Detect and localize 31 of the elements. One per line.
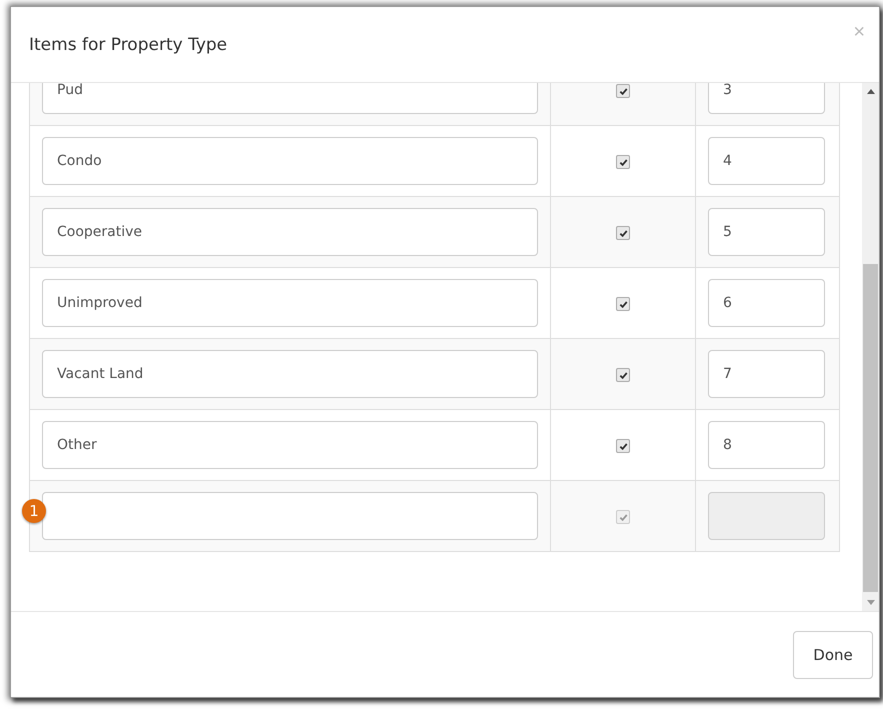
name-input-field[interactable]: Unimproved [42, 279, 538, 327]
dialog-title: Items for Property Type [29, 34, 228, 54]
check-icon [618, 86, 628, 96]
name-input-field[interactable]: Other [42, 421, 538, 469]
check-icon [618, 300, 628, 308]
checkbox[interactable] [616, 368, 630, 382]
order-input-field[interactable]: 5 [708, 208, 825, 256]
check-icon [618, 512, 628, 522]
checkbox[interactable] [616, 155, 630, 169]
done-button[interactable]: Done [793, 630, 873, 678]
name-input-field[interactable]: Vacant Land [42, 350, 538, 398]
checkbox[interactable] [616, 84, 630, 98]
name-input-field[interactable]: Condo [42, 137, 538, 185]
name-input-field[interactable]: Pud [42, 83, 538, 114]
scroll-up-icon[interactable] [866, 89, 874, 94]
order-input-field[interactable]: 8 [708, 421, 825, 469]
checkbox[interactable] [616, 439, 630, 453]
order-input-field[interactable]: 4 [708, 137, 825, 185]
check-icon [618, 158, 628, 166]
scrollbar[interactable] [862, 83, 879, 611]
check-icon [618, 228, 628, 238]
name-input-field[interactable] [42, 492, 538, 540]
order-input-field[interactable]: 3 [708, 83, 825, 114]
check-icon [618, 442, 628, 450]
step-badge: 1 [22, 499, 46, 523]
name-input-field[interactable]: Cooperative [42, 208, 538, 256]
order-input-field[interactable]: 6 [708, 279, 825, 327]
checkbox[interactable] [616, 226, 630, 240]
checkbox[interactable] [616, 297, 630, 311]
order-input-field[interactable]: 7 [708, 350, 825, 398]
check-icon [618, 370, 628, 380]
